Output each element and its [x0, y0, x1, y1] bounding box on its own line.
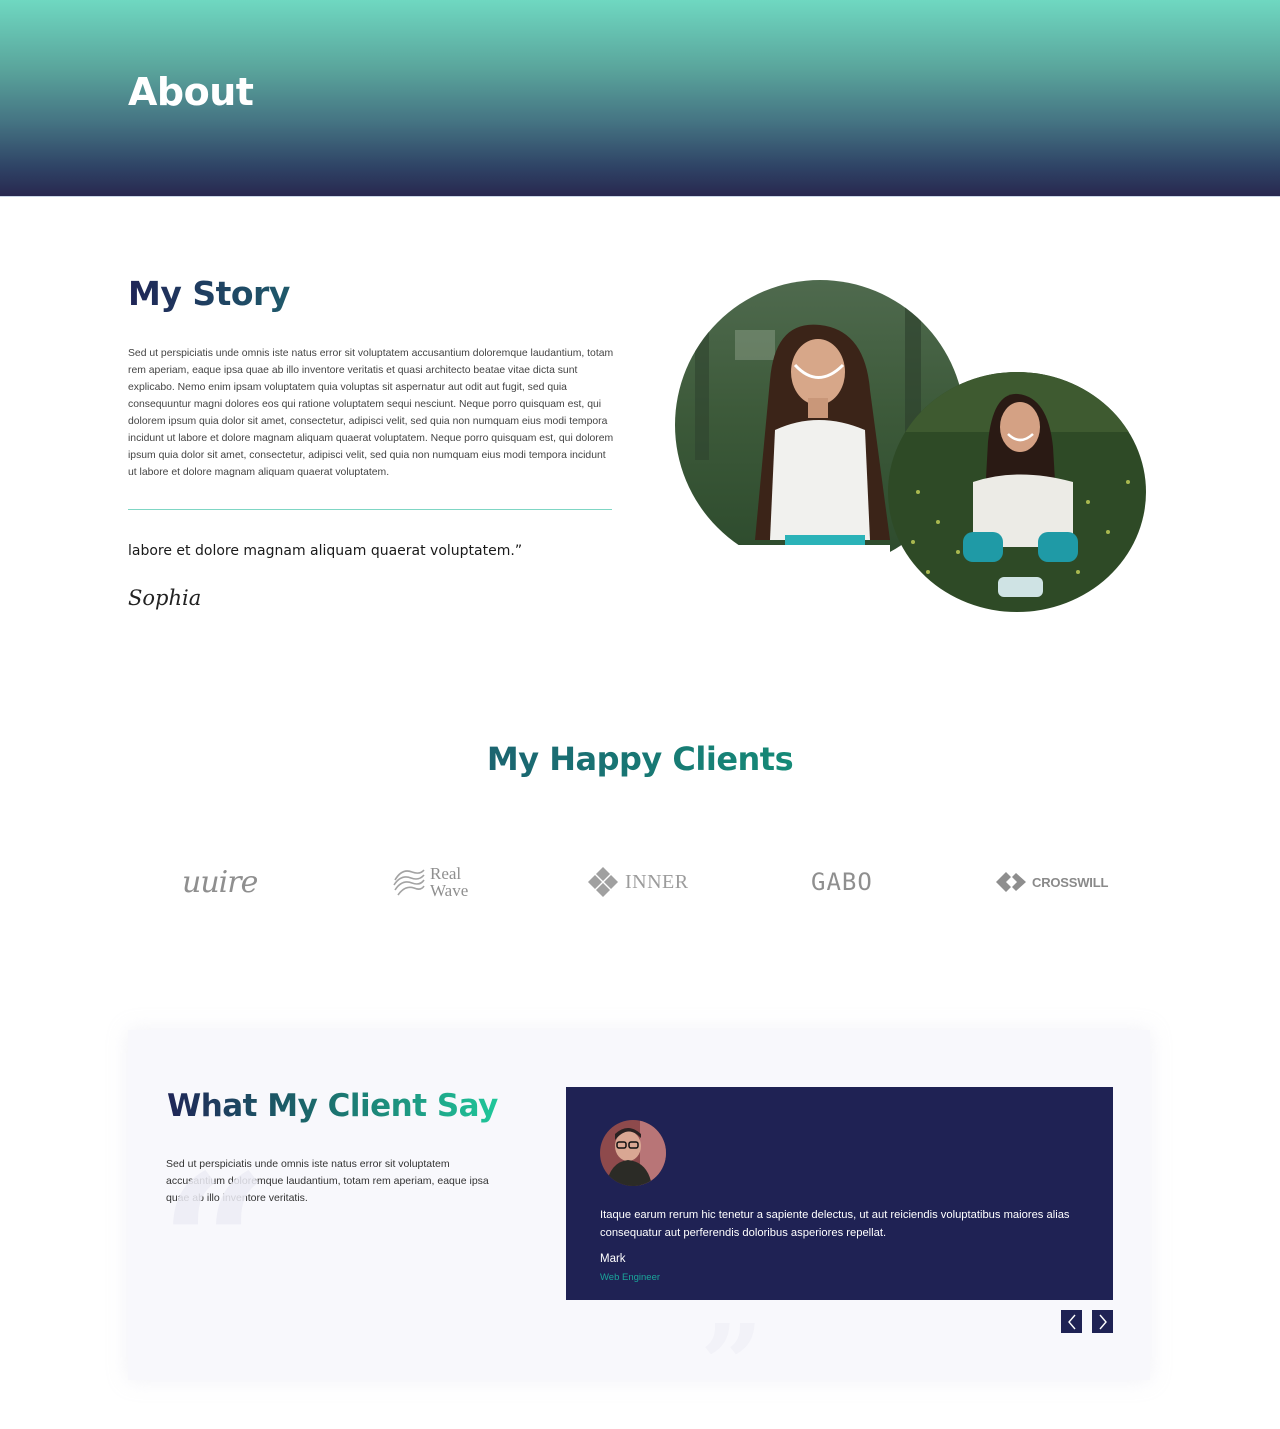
- client-logo-wiire: uuire: [182, 864, 258, 900]
- client-logo-crosswill: CROSSWILL: [996, 860, 1108, 904]
- photo-mask: [675, 545, 890, 575]
- crosswill-mark-icon: [996, 872, 1026, 892]
- story-quote: labore et dolore magnam aliquam quaerat …: [128, 543, 523, 559]
- story-divider: [128, 509, 612, 510]
- clients-title: My Happy Clients: [486, 740, 794, 778]
- story-title: My Story: [128, 274, 290, 313]
- realwave-line-2: Wave: [430, 881, 469, 900]
- client-logo-inner: INNER: [587, 860, 689, 904]
- page-hero: About: [0, 0, 1280, 197]
- testimonial-prev-button[interactable]: [1061, 1310, 1082, 1333]
- testimonial-author: Mark: [600, 1253, 626, 1265]
- story-quote-viewport: labore et dolore magnam aliquam quaerat …: [128, 540, 618, 562]
- wave-icon: [393, 869, 425, 896]
- decorative-open-quote-icon: “: [160, 1133, 270, 1356]
- testimonial-card: Itaque earum rerum hic tenetur a sapient…: [566, 1087, 1113, 1300]
- story-photo-2: [888, 372, 1146, 612]
- diamond-grid-icon: [588, 867, 618, 897]
- testimonial-text: Itaque earum rerum hic tenetur a sapient…: [600, 1209, 1070, 1239]
- chevron-left-icon: [1067, 1314, 1076, 1329]
- testimonial-role: Web Engineer: [600, 1272, 661, 1283]
- hero-divider: [0, 196, 1280, 197]
- realwave-line-1: Real: [430, 864, 462, 883]
- signature: Sophia: [128, 586, 202, 610]
- testimonial-next-button[interactable]: [1092, 1310, 1113, 1333]
- avatar: [600, 1120, 666, 1186]
- page-title: About: [128, 70, 254, 114]
- chevron-right-icon: [1098, 1314, 1107, 1329]
- photo-woman-grass: [888, 372, 1146, 612]
- avatar-man-glasses: [600, 1120, 666, 1186]
- story-paragraph: Sed ut perspiciatis unde omnis iste natu…: [128, 348, 614, 478]
- decorative-close-quote-icon: ”: [700, 1300, 764, 1429]
- client-logo-realwave: Real Wave: [392, 860, 468, 904]
- inner-text: INNER: [625, 870, 689, 893]
- client-logo-gabo: GABO: [811, 868, 873, 896]
- crosswill-text: CROSSWILL: [1032, 874, 1109, 890]
- testimonials-title: What My Client Say: [167, 1088, 498, 1124]
